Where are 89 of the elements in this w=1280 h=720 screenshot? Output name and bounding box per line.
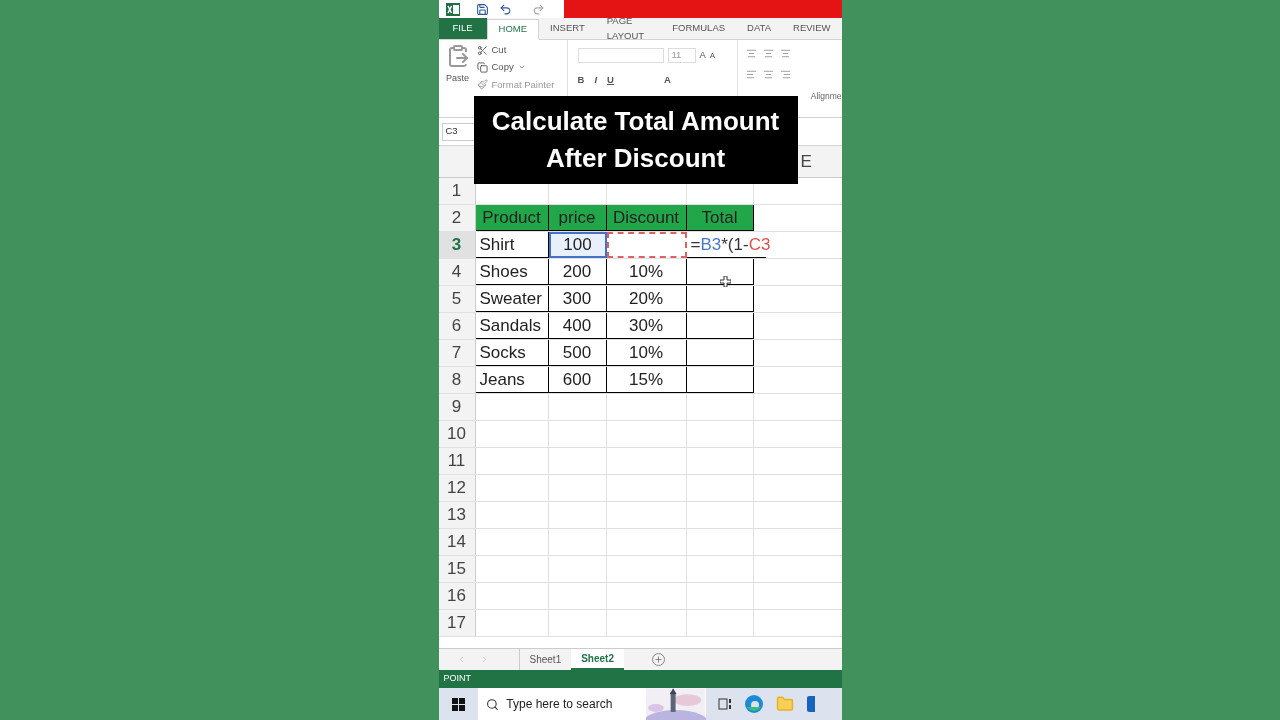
align-middle-icon[interactable]	[762, 48, 774, 59]
table-cell	[686, 286, 754, 312]
row-number[interactable]: 16	[438, 583, 476, 609]
table-cell: 300	[548, 286, 607, 312]
ribbon-tab[interactable]: INSERT	[539, 18, 596, 39]
table-header-cell: price	[548, 205, 607, 231]
search-icon	[485, 697, 499, 711]
table-cell: 400	[548, 313, 607, 339]
table-cell: 10%	[606, 259, 687, 285]
table-cell: 20%	[606, 286, 687, 312]
spreadsheet-logo-icon[interactable]	[445, 2, 460, 16]
group-label: Alignme	[810, 90, 842, 103]
row-number[interactable]: 4	[438, 259, 476, 285]
align-top-icon[interactable]	[745, 48, 757, 59]
cursor-icon	[719, 276, 731, 287]
table-cell: Jeans	[475, 367, 549, 393]
table-cell: Sandals	[475, 313, 549, 339]
row-number[interactable]: 15	[438, 556, 476, 582]
align-center-icon[interactable]	[762, 69, 774, 80]
table-cell	[686, 313, 754, 339]
status-text: POINT	[443, 672, 471, 686]
row-number[interactable]: 7	[438, 340, 476, 366]
copy-icon[interactable]	[476, 61, 488, 73]
redo-icon[interactable]	[531, 2, 545, 16]
align-right-icon[interactable]	[779, 69, 791, 80]
row-number[interactable]: 6	[438, 313, 476, 339]
grow-font-icon[interactable]: A	[699, 48, 706, 63]
copy-label[interactable]: Copy	[491, 60, 514, 75]
undo-icon[interactable]	[498, 2, 512, 16]
table-cell: 10%	[606, 340, 687, 366]
row-number[interactable]: 13	[438, 502, 476, 528]
row-number[interactable]: 3	[438, 232, 476, 258]
file-tab[interactable]: FILE	[438, 18, 487, 39]
scissors-icon[interactable]	[476, 44, 488, 56]
paintbrush-icon[interactable]	[476, 79, 488, 91]
ribbon-tab[interactable]: HOME	[486, 19, 540, 40]
task-view-icon[interactable]	[717, 698, 732, 710]
add-sheet-button[interactable]	[652, 653, 665, 666]
row-number[interactable]: 10	[438, 421, 476, 447]
ribbon-tab[interactable]: REVIEW	[782, 18, 842, 39]
table-cell: 500	[548, 340, 607, 366]
row-number[interactable]: 11	[438, 448, 476, 474]
table-cell: Shoes	[475, 259, 549, 285]
row-number[interactable]: 17	[438, 610, 476, 636]
windows-logo-icon[interactable]	[451, 697, 465, 711]
paste-label[interactable]: Paste	[446, 72, 469, 86]
underline-button[interactable]: U	[607, 73, 614, 88]
shrink-font-icon[interactable]: A	[709, 49, 716, 62]
search-input[interactable]: Type here to search	[506, 695, 647, 713]
font-name-field[interactable]	[577, 48, 664, 63]
table-cell: 200	[548, 259, 607, 285]
taskbar-app-icon[interactable]	[806, 696, 815, 712]
ribbon-tab[interactable]: DATA	[736, 18, 782, 39]
taskbar-search-field[interactable]: Type here to search	[477, 688, 706, 720]
folder-icon[interactable]	[775, 695, 794, 713]
cut-label[interactable]: Cut	[491, 43, 507, 58]
table-cell: 15%	[606, 367, 687, 393]
align-left-icon[interactable]	[745, 69, 757, 80]
table-header-cell: Discount	[606, 205, 687, 231]
sheet-tab[interactable]: Sheet1	[519, 649, 572, 670]
ribbon-tab[interactable]: FORMULAS	[661, 18, 737, 39]
table-cell: Shirt	[475, 232, 549, 258]
sheet-tab[interactable]: Sheet2	[571, 649, 624, 670]
browser-icon[interactable]	[744, 695, 763, 713]
row-number[interactable]: 8	[438, 367, 476, 393]
row-number[interactable]: 12	[438, 475, 476, 501]
row-number[interactable]: 14	[438, 529, 476, 555]
align-bottom-icon[interactable]	[779, 48, 791, 59]
table-cell: Sweater	[475, 286, 549, 312]
reference-cell[interactable]	[606, 232, 687, 258]
table-cell: 100	[548, 232, 607, 258]
bold-button[interactable]: B	[577, 73, 585, 88]
table-header-cell: Total	[686, 205, 754, 231]
table-cell	[686, 367, 754, 393]
plus-icon	[654, 655, 663, 664]
table-cell: 30%	[606, 313, 687, 339]
italic-button[interactable]: I	[594, 73, 597, 88]
table-header-cell: Product	[475, 205, 549, 231]
caption-text: After Discount	[545, 142, 726, 175]
row-number[interactable]: 9	[438, 394, 476, 420]
save-icon[interactable]	[475, 2, 489, 16]
font-color-button[interactable]: A	[663, 73, 671, 88]
table-cell	[686, 340, 754, 366]
table-cell: 600	[548, 367, 607, 393]
row-number[interactable]: 1	[438, 178, 476, 204]
row-number[interactable]: 2	[438, 205, 476, 231]
ribbon-tab[interactable]: PAGE LAYOUT	[595, 18, 662, 39]
row-number[interactable]: 5	[438, 286, 476, 312]
table-cell: Socks	[475, 340, 549, 366]
